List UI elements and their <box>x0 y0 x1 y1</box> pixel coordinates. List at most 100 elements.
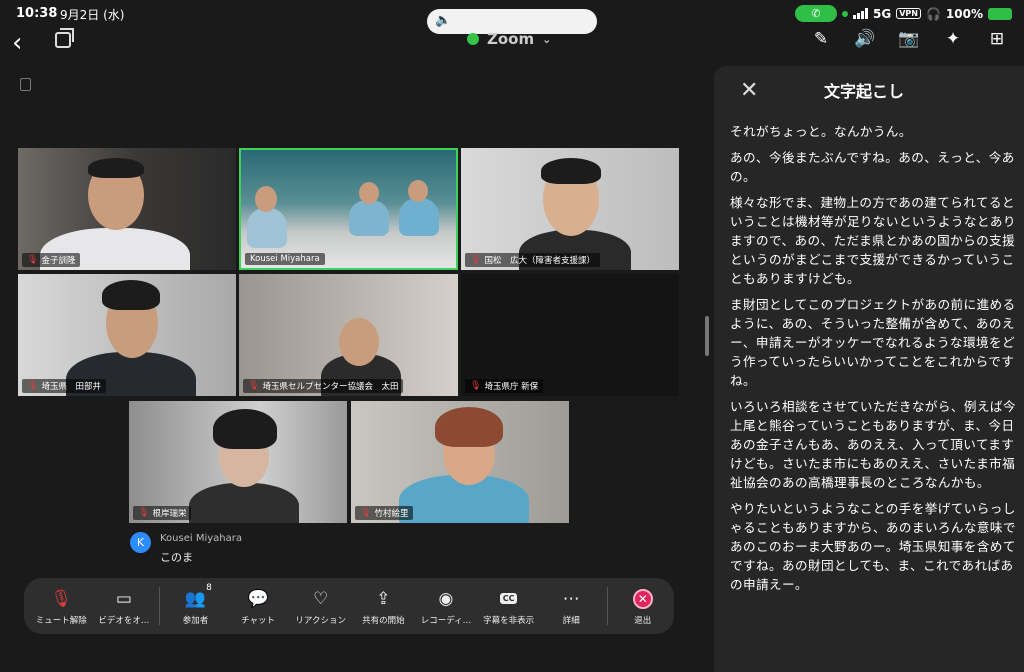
video-tile-4[interactable]: 🎙 埼玉県 田部井 <box>18 274 236 396</box>
transcript-paragraph: いろいろ相談をさせていただきながら、例えば今上尾と熊谷っていうこともありますが、… <box>730 399 1016 490</box>
transcript-paragraph: あの、今後またぶんですね。あの、えっと、今あの。 <box>730 150 1015 184</box>
participant-hair <box>435 407 503 447</box>
chat-sender: Kousei Miyahara <box>160 533 242 544</box>
vpn-badge: VPN <box>896 8 921 19</box>
chat-avatar: K <box>130 532 151 553</box>
video-button[interactable]: ▭ ビデオをオ… <box>93 587 156 626</box>
battery-percent: 100% <box>945 6 983 21</box>
leave-button[interactable]: ✕ 退出 <box>611 587 674 626</box>
participant-hair <box>541 158 601 184</box>
leave-label: 退出 <box>634 615 652 626</box>
reactions-button[interactable]: ♡ リアクション <box>289 587 352 626</box>
minimize-window-icon[interactable] <box>55 28 74 48</box>
participant-head <box>255 186 277 212</box>
mic-in-use-indicator <box>842 10 849 17</box>
transcript-paragraph: 様々な形でま、建物上の方であの建てられてるということは機材等が足りないというよう… <box>730 195 1016 286</box>
participant-name-label: 🎙 埼玉県 田部井 <box>22 379 106 393</box>
more-button[interactable]: ⋯ 詳細 <box>540 587 603 626</box>
participants-label: 参加者 <box>182 615 209 626</box>
unmute-label: ミュート解除 <box>35 615 87 626</box>
transcript-paragraph: ま財団としてこのプロジェクトがあの前に進めるように、あの、そういった整備が含めて… <box>730 297 1016 388</box>
video-tile-7[interactable]: 🎙 根岸瑞栄 <box>129 401 347 523</box>
status-bar: 10:38 9月2日 (水) 🔈 ✆ 5G VPN 🎧 100% <box>0 0 1024 34</box>
sparkle-pen-icon[interactable]: ✎ <box>810 28 832 50</box>
battery-icon <box>988 7 1012 20</box>
participant-name-label: 🎙 埼玉県庁 新保 <box>465 379 544 393</box>
heart-icon: ♡ <box>313 588 329 609</box>
toolbar-divider <box>606 587 608 625</box>
participant-figure <box>189 483 299 523</box>
people-icon: 👥 <box>184 588 207 609</box>
grid-icon[interactable]: ⊞ <box>986 28 1008 50</box>
panel-resize-handle[interactable] <box>705 316 709 356</box>
participant-head <box>408 180 428 202</box>
speaker-icon: 🔈 <box>435 13 452 28</box>
status-indicators: ✆ 5G VPN 🎧 100% <box>795 5 1012 22</box>
participant-head <box>359 182 379 204</box>
mic-muted-icon: 🎙 <box>27 381 39 391</box>
captions-button[interactable]: CC 字幕を非表示 <box>477 587 540 626</box>
participant-name-label: 🎙 根岸瑞栄 <box>133 506 192 520</box>
mic-muted-icon: 🎙 <box>27 255 39 265</box>
unmute-button[interactable]: 🎙 ミュート解除 <box>30 587 93 626</box>
participant-name-label: 🎙 竹村絵里 <box>355 506 414 520</box>
record-icon: ◉ <box>438 588 454 609</box>
close-icon[interactable]: ✕ <box>740 78 758 103</box>
transcript-panel: ✕ 文字起こし それがちょっと。なんかうん。 あの、今後またぶんですね。あの、え… <box>714 66 1024 672</box>
video-tile-1[interactable]: 🎙 金子訓隆 <box>18 148 236 270</box>
reactions-label: リアクション <box>295 615 346 626</box>
participant-figure <box>399 198 439 236</box>
mic-muted-icon: 🎙 <box>360 508 372 518</box>
chat-message[interactable]: このま <box>160 549 193 565</box>
participant-figure <box>247 208 287 248</box>
video-tile-6[interactable]: 🎙 埼玉県庁 新保 <box>461 274 679 396</box>
more-dots-icon: ⋯ <box>562 588 580 609</box>
record-label: レコーディ… <box>420 615 472 626</box>
video-tile-2[interactable]: Kousei Miyahara <box>239 148 458 270</box>
meeting-toolbar: 🎙 ミュート解除 ▭ ビデオをオ… 👥 8 参加者 💬 チャット ♡ リアクショ… <box>24 578 674 634</box>
mic-muted-icon: 🎙 <box>470 381 482 391</box>
transcript-title: 文字起こし <box>824 82 905 101</box>
notes-icon[interactable] <box>20 78 31 91</box>
leave-icon: ✕ <box>632 587 653 611</box>
back-chevron-icon[interactable]: ‹ <box>12 28 22 58</box>
video-camera-icon: ▭ <box>115 588 132 609</box>
chevron-down-icon: ⌄ <box>542 32 552 46</box>
camera-flip-icon[interactable]: 📷 <box>898 28 920 50</box>
participant-hair <box>88 158 144 178</box>
participants-button[interactable]: 👥 8 参加者 <box>164 583 227 626</box>
audio-icon[interactable]: 🔊 <box>854 28 876 50</box>
mic-muted-icon: 🎙 <box>138 508 150 518</box>
participant-figure <box>349 200 389 236</box>
meeting-header: ‹ Zoom ⌄ ✎ 🔊 📷 ✦ ⊞ <box>0 28 1024 64</box>
video-tile-3[interactable]: 🎙 国松 広大（障害者支援課） <box>461 148 679 270</box>
record-button[interactable]: ◉ レコーディ… <box>415 587 478 626</box>
share-label: 共有の開始 <box>362 615 405 626</box>
participant-name-label: 🎙 国松 広大（障害者支援課） <box>465 253 600 267</box>
participant-name-label: Kousei Miyahara <box>245 253 325 265</box>
participant-name-label: 🎙 金子訓隆 <box>22 253 81 267</box>
chat-label: チャット <box>241 615 276 626</box>
status-time: 10:38 <box>16 6 58 21</box>
meeting-title[interactable]: Zoom ⌄ <box>467 30 551 48</box>
participant-name-label: 🎙 埼玉県セルプセンター協議会 太田 <box>243 379 404 393</box>
sparkles-icon[interactable]: ✦ <box>942 28 964 50</box>
headphones-icon: 🎧 <box>925 6 941 21</box>
transcript-body: それがちょっと。なんかうん。 あの、今後またぶんですね。あの、えっと、今あの。 … <box>730 122 1020 601</box>
mic-off-icon: 🎙 <box>50 588 73 609</box>
signal-icon <box>853 8 869 19</box>
participant-hair <box>102 280 160 310</box>
toolbar-divider <box>159 587 161 625</box>
share-button[interactable]: ⇪ 共有の開始 <box>352 587 415 626</box>
encryption-shield-icon <box>467 33 479 45</box>
call-indicator-icon[interactable]: ✆ <box>795 5 838 22</box>
transcript-paragraph: やりたいというようなことの手を挙げていらっしゃることもありますから、あのまいろん… <box>730 501 1016 592</box>
status-date: 9月2日 (水) <box>60 8 125 22</box>
header-actions: ✎ 🔊 📷 ✦ ⊞ <box>810 28 1008 50</box>
app-title-text: Zoom <box>487 30 535 48</box>
video-tile-8[interactable]: 🎙 竹村絵里 <box>351 401 569 523</box>
video-tile-5[interactable]: 🎙 埼玉県セルプセンター協議会 太田 <box>239 274 458 396</box>
network-label: 5G <box>873 6 892 21</box>
chat-button[interactable]: 💬 チャット <box>227 587 290 626</box>
video-label: ビデオをオ… <box>98 615 150 626</box>
